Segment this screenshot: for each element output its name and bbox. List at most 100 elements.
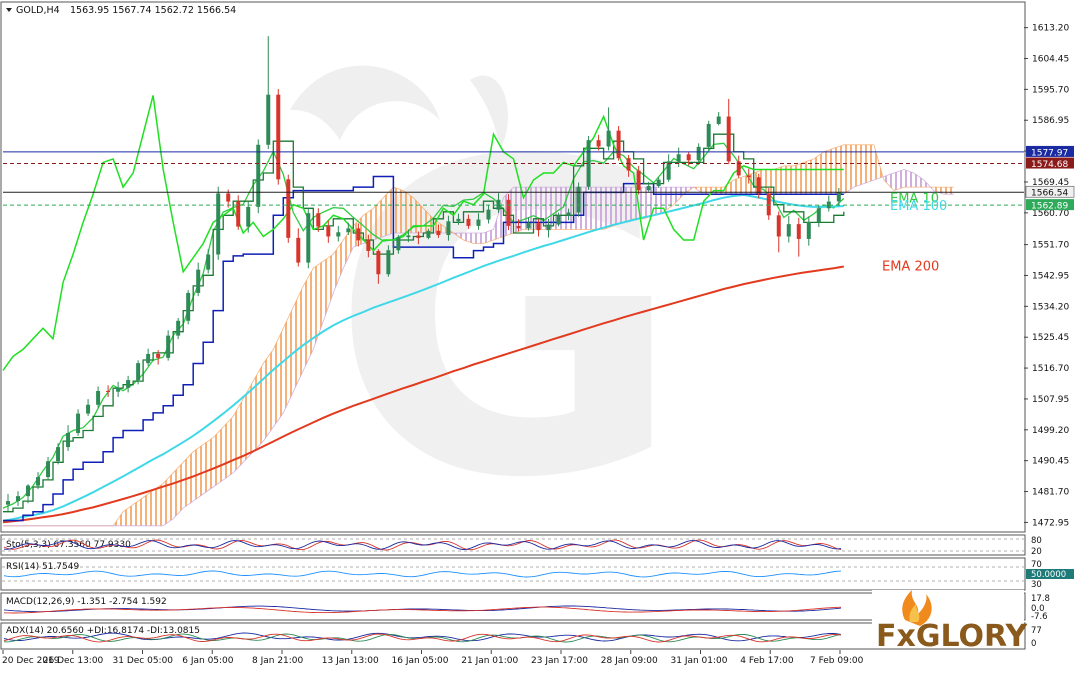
candle-body bbox=[616, 130, 621, 159]
dropdown-triangle-icon[interactable] bbox=[6, 8, 12, 12]
macd-axis-bottom: -7.6 bbox=[1031, 612, 1048, 622]
candle-body bbox=[276, 94, 281, 180]
candle-body bbox=[6, 501, 11, 505]
candle-body bbox=[226, 193, 231, 202]
y-tick-label: 1604.45 bbox=[1032, 55, 1069, 65]
cloud-segment bbox=[133, 497, 144, 526]
rsi-value: 50.0000 bbox=[1031, 570, 1066, 580]
level-label: 1577.97 bbox=[1031, 148, 1068, 158]
x-axis: 20 Dec 201926 Dec 13:00 31 Dec 05:00 6 Jan… bbox=[2, 650, 864, 666]
candle-body bbox=[386, 250, 391, 275]
candle-body bbox=[496, 199, 501, 210]
x-tick-label: 6 Jan 05:00 bbox=[182, 656, 234, 666]
x-tick-label: 21 Jan 01:00 bbox=[461, 656, 518, 666]
candle-body bbox=[836, 192, 841, 202]
x-tick-label: 31 Jan 01:00 bbox=[671, 656, 728, 666]
candle-body bbox=[256, 144, 261, 207]
candle-body bbox=[726, 116, 731, 162]
candle-body bbox=[76, 413, 81, 433]
candle-body bbox=[486, 209, 491, 220]
adx-axis-bottom: 0 bbox=[1031, 639, 1036, 649]
cloud-segment bbox=[823, 148, 834, 195]
candle-body bbox=[676, 154, 681, 162]
cloud-segment bbox=[293, 285, 304, 392]
y-tick-label: 1542.95 bbox=[1032, 271, 1069, 281]
candle-body bbox=[156, 353, 161, 358]
candle-body bbox=[86, 404, 91, 414]
candle-body bbox=[666, 161, 671, 180]
rsi-label: RSI(14) 51.7549 bbox=[6, 562, 79, 572]
cloud-segment bbox=[273, 328, 284, 427]
x-tick-label: 16 Jan 05:00 bbox=[392, 656, 449, 666]
level-label: 1574.68 bbox=[1031, 160, 1068, 170]
cloud-segment bbox=[593, 187, 604, 230]
candle-body bbox=[776, 215, 781, 237]
candle-body bbox=[506, 199, 511, 226]
candle-body bbox=[26, 485, 31, 497]
candle-body bbox=[516, 225, 521, 229]
candle-body bbox=[366, 240, 371, 251]
y-axis: 1613.201604.451595.701586.951578.201569.… bbox=[1024, 24, 1069, 528]
series-labels: EMA 10EMA 100EMA 200 bbox=[882, 191, 947, 274]
cloud-segment bbox=[473, 232, 484, 244]
cloud-segment bbox=[793, 162, 804, 195]
cloud-segment bbox=[233, 398, 244, 473]
candle-body bbox=[16, 496, 21, 502]
series-label: EMA 100 bbox=[890, 199, 947, 214]
cloud-segment bbox=[863, 144, 874, 184]
x-tick-label: 4 Feb 17:00 bbox=[740, 656, 794, 666]
y-tick-label: 1516.70 bbox=[1032, 364, 1069, 374]
macd-signal-line bbox=[3, 606, 842, 614]
candle-body bbox=[536, 223, 541, 231]
watermark-letter: G bbox=[330, 72, 683, 572]
candle-body bbox=[596, 140, 601, 147]
symbol-label: GOLD,H4 bbox=[16, 5, 60, 16]
candle-body bbox=[656, 179, 661, 187]
chart-svg: G 1613.201604.451595.701586.951578.20156… bbox=[0, 1, 1075, 666]
adx-axis-top: 77 bbox=[1031, 626, 1042, 636]
cloud-segment bbox=[163, 472, 174, 526]
cloud-segment bbox=[143, 490, 154, 526]
candle-body bbox=[346, 228, 351, 233]
candle-body bbox=[746, 175, 751, 178]
y-tick-label: 1551.70 bbox=[1032, 241, 1069, 251]
candle-body bbox=[356, 228, 361, 241]
rsi-axis-70: 70 bbox=[1031, 560, 1042, 570]
candle-body bbox=[266, 94, 271, 145]
candle-body bbox=[626, 158, 631, 171]
cloud-segment bbox=[653, 187, 664, 216]
x-tick-label: 28 Jan 09:00 bbox=[601, 656, 658, 666]
cloud-segment bbox=[803, 158, 814, 195]
candle-body bbox=[116, 387, 121, 392]
y-tick-label: 1472.95 bbox=[1032, 518, 1069, 528]
candle-body bbox=[686, 154, 691, 161]
cloud-segment bbox=[943, 187, 954, 195]
candle-body bbox=[766, 193, 771, 216]
macd-label: MACD(12,26,9) -1.351 -2.754 1.592 bbox=[6, 597, 167, 607]
candle-body bbox=[566, 212, 571, 216]
chart-window: G 1613.201604.451595.701586.951578.20156… bbox=[0, 0, 1076, 669]
candle-body bbox=[546, 224, 551, 231]
macd-axis-top: 17.8 bbox=[1031, 594, 1050, 604]
cloud-segment bbox=[583, 187, 594, 230]
y-tick-label: 1507.95 bbox=[1032, 395, 1069, 405]
cloud-segment bbox=[913, 172, 924, 188]
candle-body bbox=[146, 353, 151, 364]
level-label: 1566.54 bbox=[1031, 189, 1068, 199]
candle-body bbox=[636, 170, 641, 191]
rsi-axis-30: 30 bbox=[1031, 580, 1042, 590]
candle-body bbox=[786, 224, 791, 237]
x-tick-label: 7 Feb 09:00 bbox=[810, 656, 864, 666]
x-tick-label: 13 Jan 13:00 bbox=[322, 656, 379, 666]
x-tick-label: 31 Dec 05:00 bbox=[113, 656, 174, 666]
cloud-segment bbox=[853, 144, 864, 188]
candle-body bbox=[96, 391, 101, 405]
y-tick-label: 1490.45 bbox=[1032, 457, 1069, 467]
candle-body bbox=[136, 363, 141, 381]
candle-body bbox=[126, 380, 131, 388]
candle-body bbox=[176, 320, 181, 336]
stoch-axis-20: 20 bbox=[1031, 547, 1042, 557]
cloud-segment bbox=[203, 437, 214, 495]
x-tick-label: 26 Dec 13:00 bbox=[43, 656, 104, 666]
candle-body bbox=[46, 461, 51, 478]
